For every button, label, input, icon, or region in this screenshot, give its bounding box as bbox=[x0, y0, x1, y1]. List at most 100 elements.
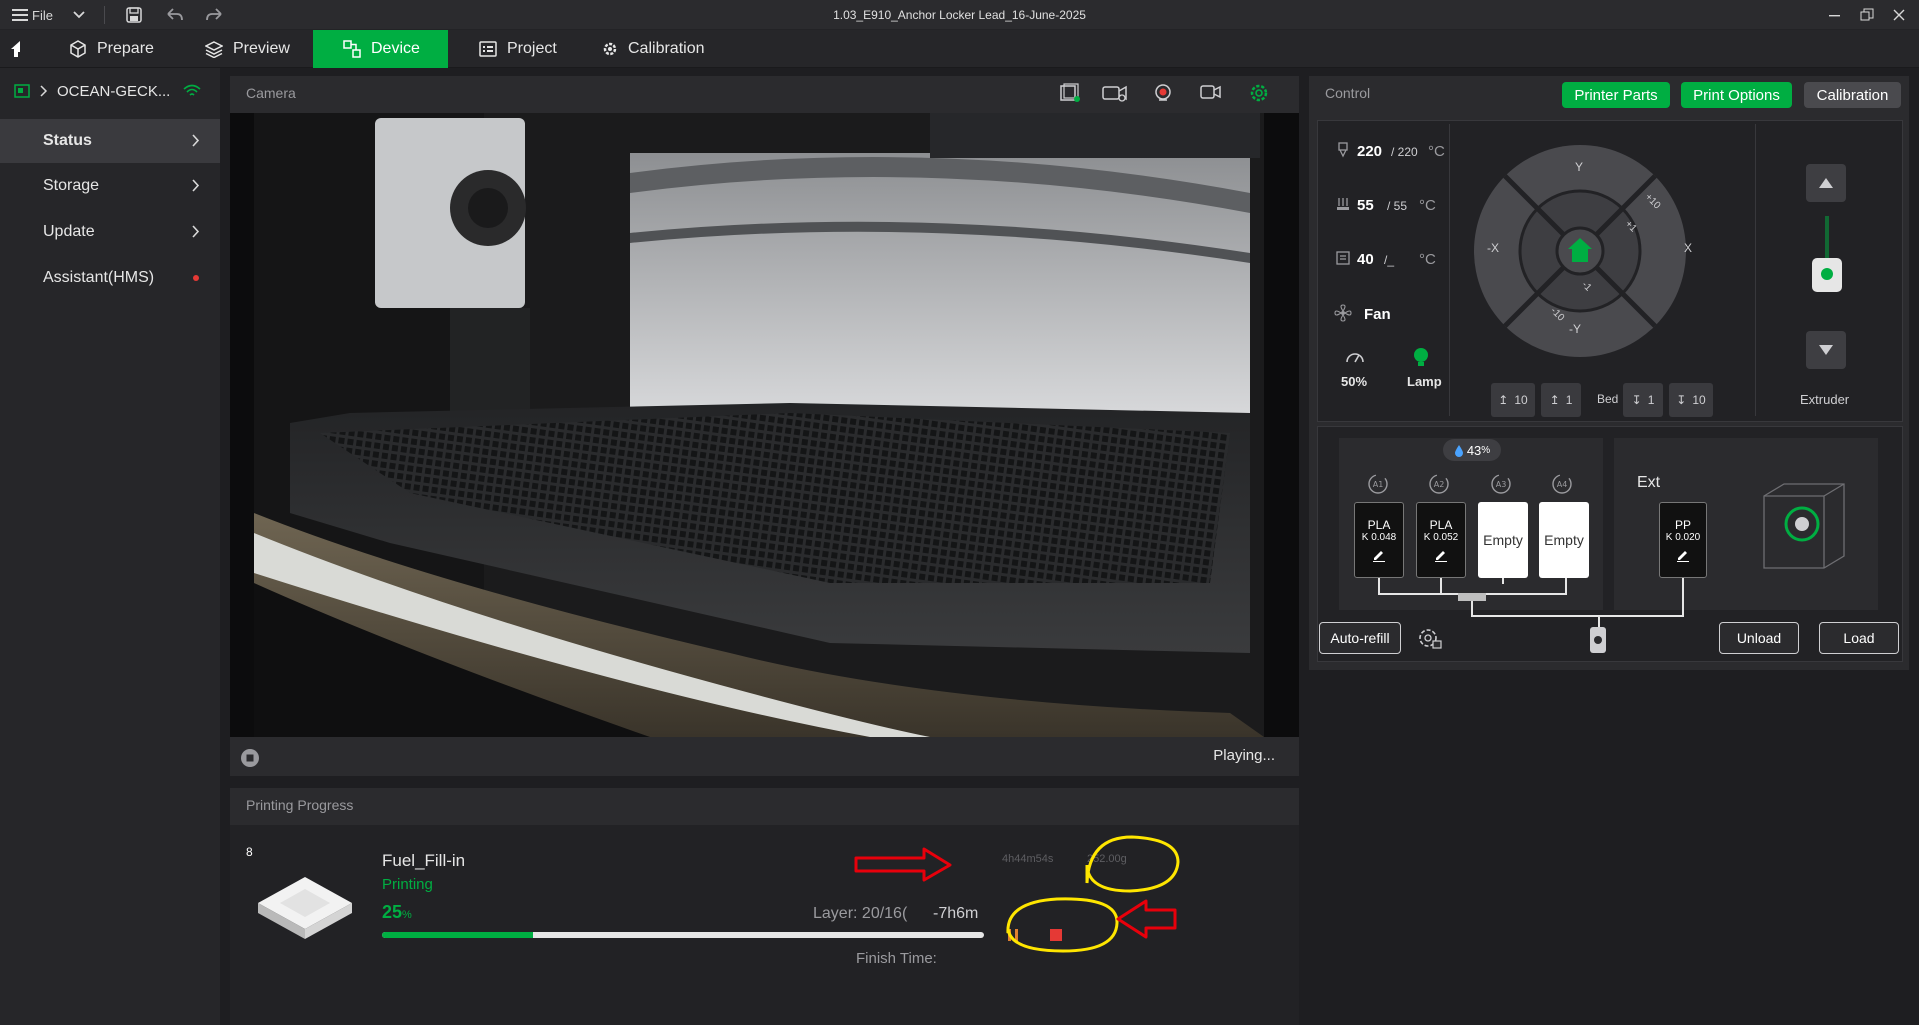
undo-icon bbox=[167, 8, 183, 21]
device-icon bbox=[343, 40, 361, 58]
bed-up-1-button[interactable]: ↥ 1 bbox=[1541, 383, 1581, 417]
redo-button[interactable] bbox=[205, 0, 223, 30]
home-button[interactable] bbox=[0, 30, 40, 68]
device-selector[interactable]: OCEAN-GECK... bbox=[0, 68, 220, 114]
camera-title: Camera bbox=[246, 85, 296, 101]
chevron-right-icon bbox=[40, 85, 48, 97]
sidebar-item-status[interactable]: Status bbox=[0, 119, 220, 163]
speed-icon bbox=[1346, 353, 1364, 363]
filament-type: Empty bbox=[1544, 532, 1584, 548]
plate-number: 8 bbox=[246, 845, 253, 859]
camera-panel: Camera Playing... bbox=[230, 76, 1299, 776]
stream-status: Playing... bbox=[1213, 747, 1275, 764]
sidebar-item-storage[interactable]: Storage bbox=[0, 164, 220, 208]
bed-up-10-button[interactable]: ↥ 10 bbox=[1491, 383, 1535, 417]
save-button[interactable] bbox=[126, 0, 142, 30]
edit-icon[interactable] bbox=[1676, 548, 1690, 562]
gear-icon bbox=[603, 42, 617, 56]
lamp-button[interactable]: Lamp bbox=[1407, 374, 1442, 389]
sidebar-item-update[interactable]: Update bbox=[0, 210, 220, 254]
extrude-up-button[interactable] bbox=[1806, 164, 1846, 202]
camera-settings-button[interactable] bbox=[1249, 83, 1275, 107]
minimize-button[interactable] bbox=[1829, 0, 1841, 30]
save-icon bbox=[126, 7, 142, 23]
print-options-button[interactable]: Print Options bbox=[1681, 82, 1792, 108]
progress-title: Printing Progress bbox=[246, 797, 354, 813]
humidity-indicator[interactable]: 43% bbox=[1443, 439, 1501, 461]
printing-progress-panel: Printing Progress 8 Fuel_Fill-in Printin… bbox=[230, 788, 1299, 1025]
slot-a4-refresh-icon[interactable]: A4 bbox=[1550, 472, 1574, 496]
restore-button[interactable] bbox=[1860, 0, 1874, 30]
ams-slot-a1[interactable]: PLA K 0.048 bbox=[1354, 502, 1404, 578]
alert-dot bbox=[193, 275, 199, 281]
progress-percent: 25% bbox=[382, 902, 412, 923]
ams-slot-a2[interactable]: PLA K 0.052 bbox=[1416, 502, 1466, 578]
bed-down-1-button[interactable]: ↧ 1 bbox=[1623, 383, 1663, 417]
tab-calibration[interactable]: Calibration bbox=[588, 30, 718, 68]
record-button[interactable] bbox=[1153, 83, 1179, 107]
close-window-button[interactable] bbox=[1893, 0, 1905, 30]
bed-label: Bed bbox=[1597, 392, 1619, 406]
camera-feed[interactable] bbox=[230, 113, 1299, 737]
tab-preview-label: Preview bbox=[233, 40, 290, 57]
camera-toggle-button[interactable] bbox=[1200, 83, 1226, 107]
ams-settings-button[interactable] bbox=[1417, 627, 1443, 649]
auto-refill-button[interactable]: Auto-refill bbox=[1319, 622, 1401, 654]
main-tab-bar: Prepare Preview Device Project Calibrati… bbox=[0, 30, 1919, 68]
fan-button[interactable]: Fan bbox=[1364, 306, 1391, 323]
calibration-button[interactable]: Calibration bbox=[1804, 82, 1901, 108]
slot-a1-refresh-icon[interactable]: A1 bbox=[1366, 472, 1390, 496]
stop-print-button[interactable] bbox=[1050, 929, 1063, 942]
chamber-target[interactable]: /_ bbox=[1384, 253, 1394, 267]
ams-slot-a4[interactable]: Empty bbox=[1539, 502, 1589, 578]
pause-button[interactable] bbox=[1006, 928, 1020, 942]
video-settings-button[interactable] bbox=[1102, 83, 1128, 107]
tab-project[interactable]: Project bbox=[465, 30, 571, 68]
tab-device[interactable]: Device bbox=[313, 30, 448, 68]
bed-step-label: 10 bbox=[1514, 393, 1528, 407]
external-slot[interactable]: PP K 0.020 bbox=[1659, 502, 1707, 578]
chamber-temp: 40 bbox=[1357, 251, 1374, 268]
cube-icon bbox=[70, 40, 86, 58]
timelapse-button[interactable] bbox=[1059, 83, 1085, 107]
sidebar-item-assistant[interactable]: Assistant(HMS) bbox=[0, 256, 220, 300]
slot-a3-refresh-icon[interactable]: A3 bbox=[1489, 472, 1513, 496]
edit-icon[interactable] bbox=[1372, 548, 1386, 562]
progress-track bbox=[382, 932, 984, 938]
undo-button[interactable] bbox=[166, 0, 184, 30]
slot-a2-refresh-icon[interactable]: A2 bbox=[1427, 472, 1451, 496]
edit-icon[interactable] bbox=[1434, 548, 1448, 562]
progress-body: 8 Fuel_Fill-in Printing 25% 4h44m54s 252… bbox=[230, 825, 1299, 1025]
ams-slot-a3[interactable]: Empty bbox=[1478, 502, 1528, 578]
title-bar: File 1.03_E910_Anchor Locker Lead_16-Jun… bbox=[0, 0, 1919, 30]
tab-project-label: Project bbox=[507, 40, 557, 57]
stop-circle-icon bbox=[241, 749, 259, 767]
tab-prepare[interactable]: Prepare bbox=[55, 30, 168, 68]
progress-percent-value: 25 bbox=[382, 902, 403, 922]
stop-stream-button[interactable] bbox=[240, 748, 260, 768]
load-button[interactable]: Load bbox=[1819, 622, 1899, 654]
chevron-down-icon bbox=[73, 11, 85, 19]
fan-icon bbox=[1334, 304, 1352, 322]
annotation-overlay bbox=[854, 835, 1180, 953]
sidebar-item-label: Update bbox=[43, 223, 95, 240]
jog-neg-y-label: -Y bbox=[1569, 322, 1581, 336]
dropdown-button[interactable] bbox=[72, 0, 86, 30]
unload-button[interactable]: Unload bbox=[1719, 622, 1799, 654]
printer-parts-button[interactable]: Printer Parts bbox=[1562, 82, 1670, 108]
ext-label: Ext bbox=[1637, 474, 1661, 491]
droplet-icon bbox=[1454, 444, 1463, 457]
humidity-unit: % bbox=[1481, 444, 1491, 456]
file-menu[interactable]: File bbox=[12, 0, 53, 30]
divider bbox=[1755, 124, 1756, 416]
svg-text:A3: A3 bbox=[1496, 480, 1507, 489]
temp-unit: °C bbox=[1419, 251, 1436, 268]
tab-preview[interactable]: Preview bbox=[191, 30, 304, 68]
speed-value[interactable]: 50% bbox=[1341, 374, 1367, 389]
minimize-icon bbox=[1829, 15, 1840, 17]
bed-target[interactable]: / 55 bbox=[1387, 199, 1407, 213]
nozzle-target[interactable]: / 220 bbox=[1391, 145, 1418, 159]
extrude-down-button[interactable] bbox=[1806, 331, 1846, 369]
bed-down-10-button[interactable]: ↧ 10 bbox=[1669, 383, 1713, 417]
elapsed-time: 4h44m54s bbox=[1002, 853, 1054, 865]
